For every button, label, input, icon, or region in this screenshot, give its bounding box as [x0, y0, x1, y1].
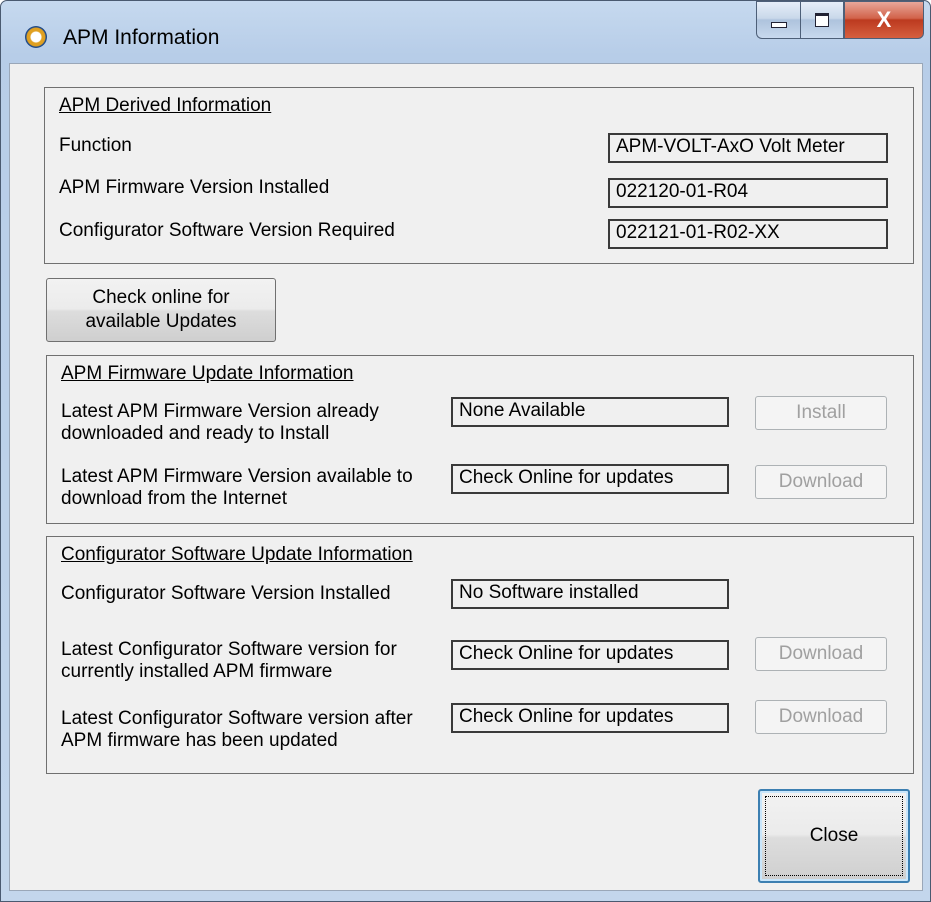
software-required-value: 022121-01-R02-XX: [608, 219, 888, 249]
apm-app-icon: [25, 26, 47, 48]
window-title: APM Information: [63, 26, 220, 49]
firmware-installed-label: APM Firmware Version Installed: [59, 177, 330, 198]
download-firmware-button[interactable]: Download: [755, 465, 887, 499]
minimize-button[interactable]: [756, 1, 800, 39]
software-current-label-line1: Latest Configurator Software version for: [61, 639, 397, 660]
firmware-installed-value: 022120-01-R04: [608, 178, 888, 208]
firmware-update-group: APM Firmware Update Information Latest A…: [46, 355, 914, 524]
software-current-value: Check Online for updates: [451, 640, 729, 670]
download-software-after-button[interactable]: Download: [755, 700, 887, 734]
derived-info-group: APM Derived Information Function APM-VOL…: [44, 87, 914, 264]
firmware-available-label-line1: Latest APM Firmware Version available to: [61, 466, 413, 487]
minimize-icon: [770, 22, 787, 28]
close-icon: X: [876, 7, 892, 32]
title-bar[interactable]: APM Information X: [1, 1, 930, 63]
firmware-downloaded-label-line1: Latest APM Firmware Version already: [61, 401, 379, 422]
function-value: APM-VOLT-AxO Volt Meter: [608, 133, 888, 163]
software-current-label: Latest Configurator Software version for…: [61, 639, 397, 683]
software-installed-value: No Software installed: [451, 579, 729, 609]
software-installed-label: Configurator Software Version Installed: [61, 583, 391, 604]
software-after-label: Latest Configurator Software version aft…: [61, 708, 413, 752]
firmware-available-label-line2: download from the Internet: [61, 488, 288, 509]
install-firmware-button[interactable]: Install: [755, 396, 887, 430]
download-software-current-button[interactable]: Download: [755, 637, 887, 671]
software-current-label-line2: currently installed APM firmware: [61, 661, 333, 682]
function-label: Function: [59, 135, 132, 156]
dialog-client-area: APM Derived Information Function APM-VOL…: [9, 63, 923, 891]
check-online-updates-button[interactable]: Check online for available Updates: [46, 278, 276, 342]
maximize-button[interactable]: [800, 1, 844, 39]
apm-information-window: APM Information X APM Derived Informatio…: [0, 0, 931, 902]
check-online-line1: Check online for: [92, 287, 230, 308]
firmware-downloaded-label: Latest APM Firmware Version already down…: [61, 401, 379, 445]
software-update-group: Configurator Software Update Information…: [46, 536, 914, 774]
firmware-downloaded-label-line2: downloaded and ready to Install: [61, 423, 330, 444]
software-after-value: Check Online for updates: [451, 703, 729, 733]
focus-ring: [765, 796, 903, 876]
firmware-update-title: APM Firmware Update Information: [61, 363, 354, 384]
software-after-label-line2: APM firmware has been updated: [61, 730, 338, 751]
software-required-label: Configurator Software Version Required: [59, 220, 395, 241]
close-button[interactable]: Close: [758, 789, 910, 883]
software-update-title: Configurator Software Update Information: [61, 544, 413, 565]
maximize-icon: [815, 13, 829, 27]
caption-buttons: X: [756, 1, 924, 41]
firmware-available-label: Latest APM Firmware Version available to…: [61, 466, 413, 510]
firmware-downloaded-value: None Available: [451, 397, 729, 427]
check-online-line2: available Updates: [85, 311, 237, 332]
firmware-available-value: Check Online for updates: [451, 464, 729, 494]
derived-info-title: APM Derived Information: [59, 95, 272, 116]
close-window-button[interactable]: X: [844, 1, 924, 39]
software-after-label-line1: Latest Configurator Software version aft…: [61, 708, 413, 729]
